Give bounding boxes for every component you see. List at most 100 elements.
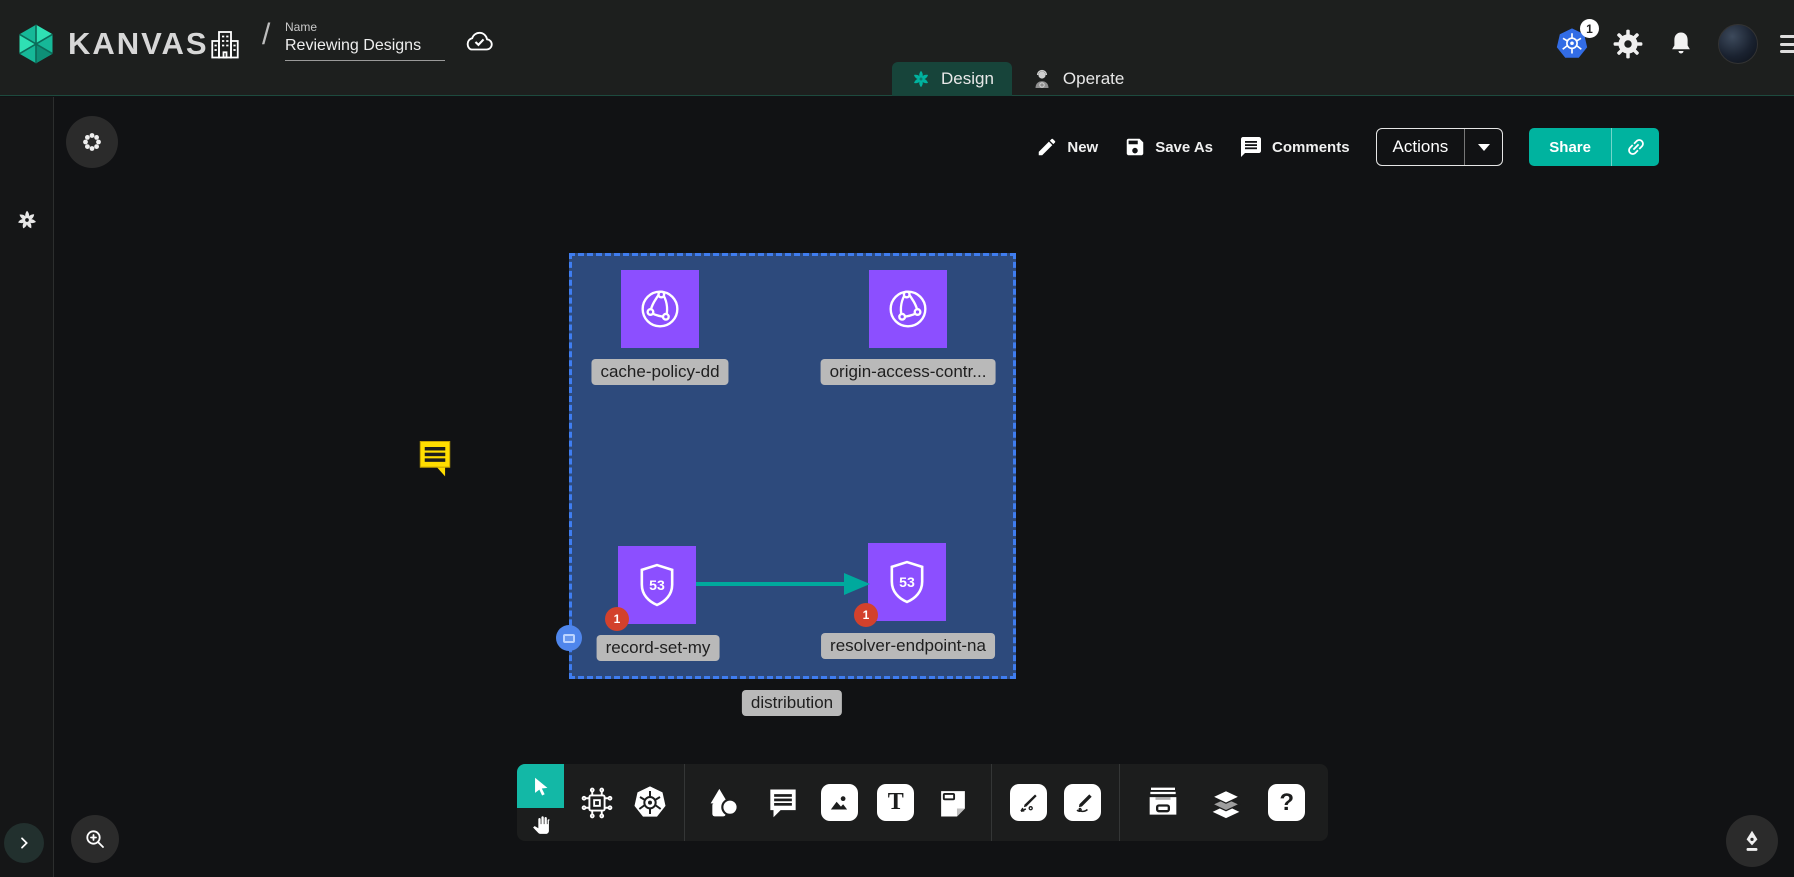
design-name-field: Name — [285, 20, 445, 61]
text-tool[interactable]: T — [877, 784, 914, 821]
edge-pen-tool[interactable] — [1010, 784, 1047, 821]
collapse-icon — [563, 634, 575, 643]
pen-nib-icon — [1739, 828, 1765, 854]
kubernetes-status[interactable]: 1 — [1554, 26, 1590, 62]
help-tool[interactable]: ? — [1268, 784, 1305, 821]
kubernetes-tool[interactable] — [630, 783, 670, 823]
settings-gear-icon[interactable] — [1612, 28, 1644, 60]
cursor-icon — [530, 775, 552, 797]
svg-text:53: 53 — [899, 574, 915, 590]
note-tool[interactable] — [934, 784, 972, 822]
save-as-button[interactable]: Save As — [1124, 136, 1213, 158]
meshery-spiral-icon[interactable] — [14, 207, 40, 233]
pan-tool[interactable] — [517, 808, 564, 841]
layers-tool[interactable] — [1206, 783, 1246, 823]
comments-label: Comments — [1272, 139, 1350, 156]
copy-link-button[interactable] — [1611, 128, 1659, 166]
zoom-in-button[interactable] — [71, 815, 119, 863]
save-floppy-icon — [1124, 136, 1146, 158]
pencil-draw-tool[interactable] — [1064, 784, 1101, 821]
drawer-tool[interactable] — [1143, 783, 1183, 823]
left-rail — [0, 97, 54, 877]
error-count-badge[interactable]: 1 — [854, 603, 878, 627]
header-right-icons: 1 — [1554, 24, 1794, 64]
kubernetes-count-badge: 1 — [1580, 19, 1599, 38]
design-name-label: Name — [285, 20, 445, 34]
kubernetes-wheel-icon — [630, 783, 670, 823]
operate-person-icon — [1030, 67, 1054, 91]
new-label: New — [1067, 139, 1098, 156]
comment-tool-icon — [764, 784, 802, 822]
organization-icon[interactable] — [207, 24, 243, 64]
node-label-resolver-endpoint[interactable]: resolver-endpoint-na — [821, 633, 995, 659]
route53-shield-icon: 53 — [631, 559, 683, 611]
drawer-icon — [1143, 783, 1183, 823]
actions-label: Actions — [1377, 137, 1465, 157]
link-icon — [1620, 131, 1651, 162]
tool-dock: T — [517, 764, 1328, 841]
notifications-bell-icon[interactable] — [1666, 28, 1696, 60]
component-tool[interactable] — [578, 784, 616, 822]
node-resolver-endpoint[interactable]: 53 1 — [868, 543, 946, 621]
node-label-cache-policy[interactable]: cache-policy-dd — [591, 359, 728, 385]
svg-text:53: 53 — [649, 577, 665, 593]
flower-button[interactable] — [66, 116, 118, 168]
hand-icon — [531, 815, 551, 835]
kanvas-logo[interactable]: KANVAS — [14, 22, 209, 66]
arrowhead-icon — [844, 573, 870, 595]
comment-bubble-icon — [413, 436, 457, 480]
comments-icon — [1239, 135, 1263, 159]
zoom-in-icon — [83, 827, 107, 851]
breadcrumb-slash: / — [262, 18, 270, 52]
mode-tabs: Design Operate — [892, 62, 1142, 96]
share-label: Share — [1529, 128, 1611, 166]
node-label-record-set[interactable]: record-set-my — [597, 635, 720, 661]
kanvas-hexagon-icon — [14, 22, 58, 66]
comment-marker[interactable] — [413, 436, 457, 485]
tab-design[interactable]: Design — [892, 62, 1012, 96]
pen-arrow-icon — [1015, 790, 1041, 816]
layers-icon — [1206, 783, 1246, 823]
image-tool[interactable] — [821, 784, 858, 821]
image-icon — [826, 790, 852, 816]
design-action-bar: New Save As Comments Actions Share — [1036, 128, 1659, 166]
comments-button[interactable]: Comments — [1239, 135, 1350, 159]
share-button[interactable]: Share — [1529, 128, 1659, 166]
route53-shield-icon: 53 — [881, 556, 933, 608]
app-header: KANVAS / Name — [0, 0, 1794, 96]
node-origin-access-control[interactable] — [869, 270, 947, 348]
tab-design-label: Design — [941, 69, 994, 89]
tab-operate-label: Operate — [1063, 69, 1124, 89]
actions-button[interactable]: Actions — [1376, 128, 1504, 166]
pen-nib-button[interactable] — [1726, 815, 1778, 867]
shapes-tool[interactable] — [704, 783, 744, 823]
tab-operate[interactable]: Operate — [1012, 62, 1142, 96]
error-count-badge[interactable]: 1 — [605, 607, 629, 631]
brand-title: KANVAS — [68, 26, 209, 62]
pencil-new-icon — [1036, 136, 1058, 158]
select-tool[interactable] — [517, 764, 564, 808]
chevron-right-icon — [16, 835, 32, 851]
design-name-input[interactable] — [285, 34, 445, 61]
new-button[interactable]: New — [1036, 136, 1098, 158]
sticky-note-icon — [934, 784, 972, 822]
node-record-set[interactable]: 53 1 — [618, 546, 696, 624]
design-spiral-icon — [910, 68, 932, 90]
node-cache-policy[interactable] — [621, 270, 699, 348]
flower-icon — [80, 130, 104, 154]
group-label-distribution[interactable]: distribution — [742, 690, 842, 716]
pencil-scribble-icon — [1070, 790, 1096, 816]
menu-icon[interactable] — [1780, 31, 1794, 57]
cloud-saved-icon — [462, 26, 496, 56]
comment-tool[interactable] — [764, 784, 802, 822]
node-label-origin-access-control[interactable]: origin-access-contr... — [821, 359, 996, 385]
avatar[interactable] — [1718, 24, 1758, 64]
chevron-down-icon — [1478, 144, 1490, 151]
cloudfront-globe-icon — [634, 283, 686, 335]
group-collapse-handle[interactable] — [556, 625, 582, 651]
actions-dropdown-toggle[interactable] — [1464, 128, 1502, 166]
expand-rail-button[interactable] — [4, 823, 44, 863]
cloudfront-globe-icon — [882, 283, 934, 335]
edge-record-set-to-resolver[interactable] — [694, 569, 872, 599]
shapes-icon — [704, 783, 744, 823]
